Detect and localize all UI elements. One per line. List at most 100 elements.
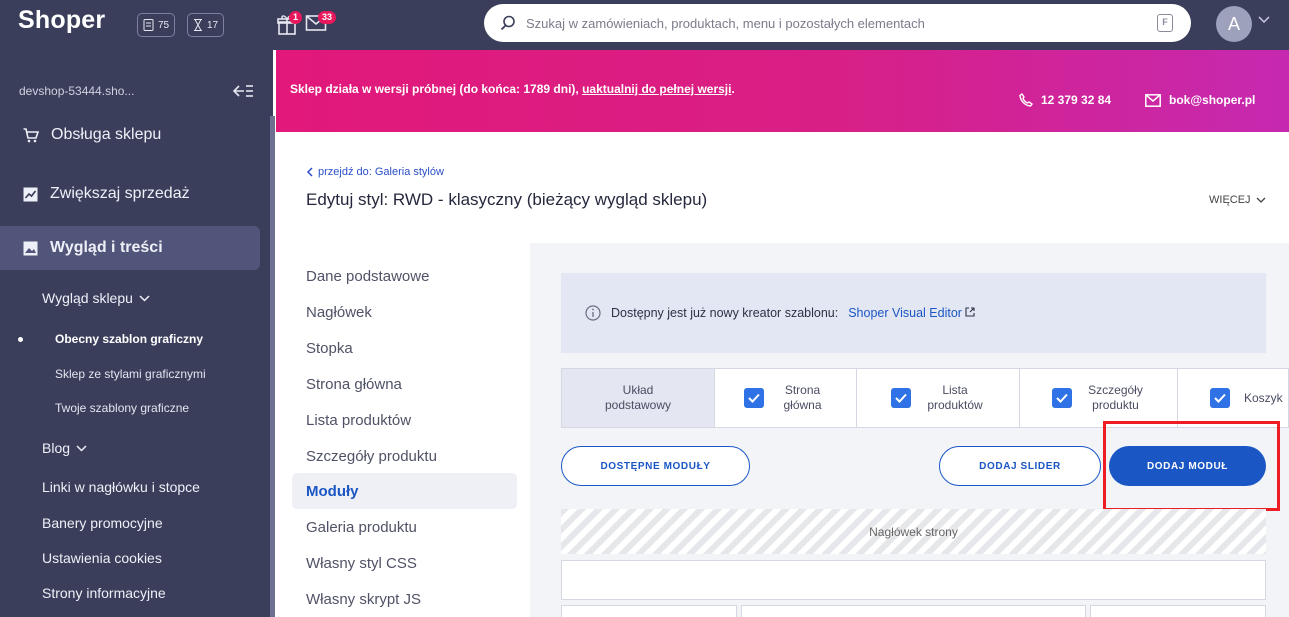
avatar[interactable]: A [1216, 6, 1252, 42]
tab-home-page[interactable]: Strona główna [715, 369, 857, 427]
submenu-product-details[interactable]: Szczegóły produktu [306, 448, 437, 465]
cart-icon [23, 127, 39, 142]
checkmark-icon [747, 393, 760, 403]
support-email[interactable]: bok@shoper.pl [1145, 93, 1255, 107]
available-modules-button[interactable]: DOSTĘPNE MODUŁY [561, 446, 750, 486]
gift-button[interactable]: 1 [276, 11, 303, 38]
nav-current-template[interactable]: Obecny szablon graficzny [55, 332, 203, 346]
submenu-custom-js[interactable]: Własny skrypt JS [306, 591, 421, 608]
shop-name[interactable]: devshop-53444.sho... [19, 84, 134, 98]
chevron-down-icon [139, 294, 150, 302]
red-highlight-box [1103, 421, 1280, 511]
submenu-modules[interactable]: Moduły [306, 483, 359, 500]
submenu-custom-css[interactable]: Własny styl CSS [306, 555, 417, 572]
trial-end: . [731, 82, 735, 96]
image-icon [23, 241, 38, 255]
checkmark-icon [1055, 393, 1068, 403]
phone-icon [1019, 93, 1033, 107]
pending-counter[interactable]: 17 [187, 13, 225, 37]
chevron-left-icon [306, 167, 313, 177]
submenu-basic-data[interactable]: Dane podstawowe [306, 268, 429, 285]
collapse-sidebar-icon[interactable] [232, 84, 254, 98]
upgrade-link[interactable]: uaktualnij do pełnej wersji [582, 82, 731, 96]
product-details-checkbox[interactable] [1051, 388, 1072, 408]
nav-styles-store[interactable]: Sklep ze stylami graficznymi [55, 367, 206, 381]
back-link-label: przejdź do: Galeria stylów [318, 166, 444, 178]
visual-editor-label: Shoper Visual Editor [848, 306, 962, 320]
pending-count: 17 [207, 19, 219, 31]
header-zone-label: Nagłówek strony [869, 524, 958, 539]
notice-text: Dostępny jest już nowy kreator szablonu: [611, 306, 839, 320]
tab-product-details-label: Szczegóły produktu [1088, 383, 1143, 412]
email-address: bok@shoper.pl [1169, 93, 1256, 107]
tab-product-details[interactable]: Szczegóły produktu [1020, 369, 1178, 427]
nav-store-service[interactable]: Obsługa sklepu [0, 115, 260, 155]
nav-increase-sales[interactable]: Zwiększaj sprzedaż [0, 174, 260, 214]
layout-column-left[interactable] [561, 605, 737, 617]
search-input[interactable] [526, 15, 1106, 31]
nav-header-footer-links[interactable]: Linki w nagłówku i stopce [42, 479, 200, 495]
more-label: WIĘCEJ [1209, 194, 1251, 206]
tab-product-list[interactable]: Lista produktów [857, 369, 1020, 427]
tab-basic-layout-label: Układ podstawowy [604, 383, 672, 412]
nav-appearance-content[interactable]: Wygląd i treści [0, 226, 260, 270]
messages-button[interactable]: 33 [305, 11, 337, 36]
brand-logo[interactable]: Shoper [18, 6, 105, 35]
nav-store-look[interactable]: Wygląd sklepu [42, 290, 150, 306]
submenu-footer[interactable]: Stopka [306, 340, 353, 357]
global-search[interactable]: F [484, 4, 1191, 42]
hourglass-icon [194, 19, 202, 31]
layout-column-center[interactable] [741, 605, 1086, 617]
external-link-icon [965, 307, 975, 317]
tab-basic-layout[interactable]: Układ podstawowy [562, 369, 715, 427]
visual-editor-link[interactable]: Shoper Visual Editor [848, 306, 975, 320]
chart-icon [23, 187, 38, 201]
more-menu[interactable]: WIĘCEJ [1209, 194, 1266, 206]
sidebar: devshop-53444.sho... Obsługa sklepu Zwię… [0, 50, 273, 617]
chevron-down-icon[interactable] [1258, 16, 1270, 24]
nav-appearance-content-label: Wygląd i treści [50, 239, 163, 256]
nav-increase-sales-label: Zwiększaj sprzedaż [50, 185, 190, 202]
submenu-product-list[interactable]: Lista produktów [306, 412, 411, 429]
nav-promo-banners[interactable]: Banery promocyjne [42, 515, 163, 531]
layout-row[interactable] [561, 560, 1266, 600]
page-title: Edytuj styl: RWD - klasyczny (bieżący wy… [306, 190, 708, 209]
search-icon [500, 15, 515, 31]
info-icon [585, 305, 601, 321]
support-phone[interactable]: 12 379 32 84 [1019, 93, 1111, 107]
back-link[interactable]: przejdź do: Galeria stylów [306, 166, 444, 178]
nav-store-look-label: Wygląd sklepu [42, 290, 133, 306]
orders-counter[interactable]: 75 [137, 13, 176, 37]
active-bullet [18, 337, 23, 342]
tab-cart[interactable]: Koszyk [1178, 369, 1289, 427]
document-icon [143, 19, 154, 31]
page-type-tabs: Układ podstawowy Strona główna Lista pro… [561, 368, 1289, 428]
layout-column-right[interactable] [1090, 605, 1266, 617]
gift-badge: 1 [289, 11, 303, 24]
nav-blog[interactable]: Blog [42, 440, 87, 456]
trial-text: Sklep działa w wersji próbnej (do końca:… [290, 82, 579, 96]
filter-icon[interactable]: F [1157, 14, 1173, 32]
checkmark-icon [1214, 393, 1226, 403]
submenu-header[interactable]: Nagłówek [306, 304, 372, 321]
header-zone[interactable]: Nagłówek strony [561, 509, 1266, 554]
top-bar: Shoper 75 17 1 33 F A [0, 0, 1289, 50]
nav-info-pages[interactable]: Strony informacyjne [42, 585, 166, 601]
submenu-product-gallery[interactable]: Galeria produktu [306, 519, 417, 536]
nav-blog-label: Blog [42, 440, 71, 456]
orders-count: 75 [158, 19, 170, 31]
tab-cart-label: Koszyk [1244, 390, 1283, 405]
nav-your-templates[interactable]: Twoje szablony graficzne [55, 401, 189, 415]
add-slider-button[interactable]: DODAJ SLIDER [939, 446, 1101, 486]
submenu-home-page[interactable]: Strona główna [306, 376, 402, 393]
cart-checkbox[interactable] [1210, 388, 1230, 408]
trial-banner: Sklep działa w wersji próbnej (do końca:… [276, 50, 1289, 132]
tab-home-page-label: Strona główna [783, 383, 822, 412]
product-list-checkbox[interactable] [891, 388, 911, 408]
nav-store-service-label: Obsługa sklepu [51, 126, 162, 143]
trial-message: Sklep działa w wersji próbnej (do końca:… [290, 81, 760, 98]
home-page-checkbox[interactable] [743, 388, 764, 408]
nav-cookie-settings[interactable]: Ustawienia cookies [42, 550, 162, 566]
tab-product-list-label: Lista produktów [927, 383, 983, 412]
sidebar-scrollbar[interactable] [270, 116, 275, 617]
